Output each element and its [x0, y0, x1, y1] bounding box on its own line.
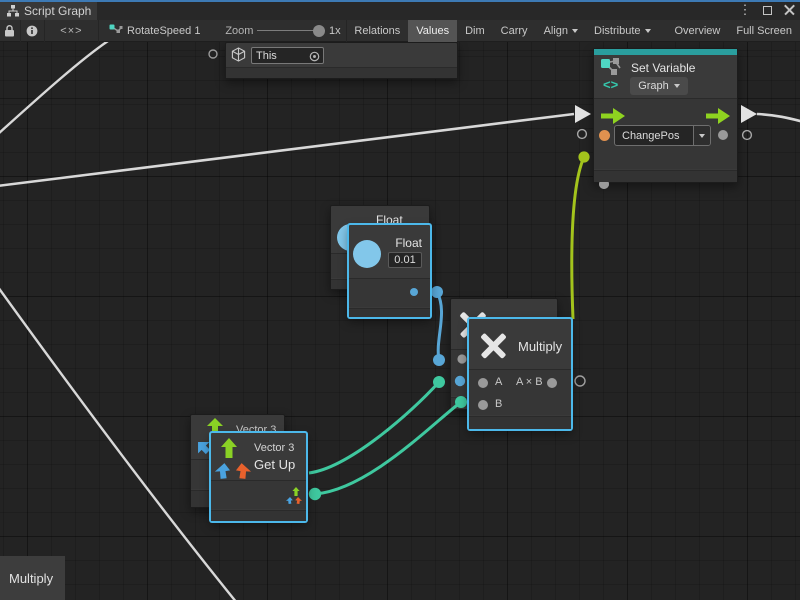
relations-button[interactable]: Relations: [346, 20, 408, 42]
node-footer: [349, 308, 430, 317]
svg-text:<>: <>: [603, 77, 619, 92]
node-body: A A × B B: [469, 369, 571, 415]
inspect-button[interactable]: [21, 20, 44, 42]
wire-end-teal-dot2[interactable]: [455, 396, 467, 408]
variable-kind-bar: [594, 49, 737, 55]
chevron-down-icon: [645, 29, 651, 33]
active-window-indicator: [0, 0, 800, 2]
values-button[interactable]: Values: [408, 20, 457, 42]
node-vector3-getup-duplicate[interactable]: Vector 3 Get Up: [210, 432, 307, 522]
close-icon: [784, 5, 795, 16]
value-output-port[interactable]: [718, 130, 728, 140]
zoom-value: 1x: [329, 25, 341, 37]
node-title: Multiply: [518, 339, 562, 354]
vector3-output-port[interactable]: [285, 487, 303, 505]
dim-button[interactable]: Dim: [457, 20, 493, 42]
zoom-label: Zoom: [225, 25, 253, 37]
float-literal-icon: [353, 240, 381, 268]
variable-select-dropdown[interactable]: ChangePos: [614, 125, 711, 146]
node-title: Vector 3: [254, 442, 294, 454]
variable-name-port[interactable]: [599, 130, 610, 141]
lock-icon: [4, 25, 15, 37]
node-set-variable[interactable]: <> Set Variable Graph ChangePos: [593, 48, 738, 183]
align-label: Align: [544, 25, 568, 37]
input-a-port[interactable]: [478, 378, 488, 388]
node-footer: [594, 170, 737, 182]
node-float-duplicate[interactable]: Float 0.01: [348, 224, 431, 318]
edit-source-button[interactable]: <×>: [45, 20, 99, 42]
graph-hierarchy-icon: [7, 5, 19, 17]
node-footer: [211, 510, 306, 521]
output-port[interactable]: [547, 378, 557, 388]
script-graph-icon: [109, 24, 123, 37]
window-menu-button[interactable]: ⋮: [738, 3, 752, 17]
fullscreen-button[interactable]: Full Screen: [728, 20, 800, 42]
code-icon: <×>: [60, 25, 82, 37]
port-multiply-back-b[interactable]: [455, 376, 465, 386]
wire-end-blue-dot[interactable]: [433, 354, 445, 366]
input-a-label: A: [495, 376, 502, 388]
window-close-button[interactable]: [782, 3, 796, 17]
flow-out-port[interactable]: [706, 108, 730, 124]
wire-start-blue-dot[interactable]: [431, 286, 443, 298]
graph-toolbar: <×> RotateSpeed 1 Zoom 1x Relations Valu…: [0, 20, 800, 42]
graph-name: RotateSpeed 1: [127, 25, 200, 37]
flow-in-port[interactable]: [601, 108, 625, 124]
float-value-input[interactable]: 0.01: [388, 252, 422, 268]
node-footer: [226, 67, 457, 78]
multiply-icon: [478, 329, 509, 360]
object-picker-icon[interactable]: [309, 51, 320, 62]
wire-start-teal-dot[interactable]: [309, 488, 321, 500]
node-this[interactable]: This: [225, 42, 458, 79]
align-dropdown[interactable]: Align: [536, 20, 586, 42]
vector3-getup-icon: [215, 438, 253, 480]
carry-button[interactable]: Carry: [493, 20, 536, 42]
node-subtitle: Get Up: [254, 457, 295, 472]
node-title: Set Variable: [631, 61, 695, 75]
maximize-icon: [763, 6, 772, 15]
distribute-label: Distribute: [594, 25, 640, 37]
scope-label: Graph: [638, 80, 669, 92]
chevron-down-icon: [572, 29, 578, 33]
wire-end-teal-dot[interactable]: [433, 376, 445, 388]
this-value: This: [256, 50, 277, 62]
lock-button[interactable]: [0, 20, 20, 42]
this-object-field[interactable]: This: [251, 47, 324, 64]
node-title: Float: [395, 236, 422, 250]
node-footer: [469, 416, 571, 429]
unity-script-graph-window: Script Graph ⋮ <×>: [0, 0, 800, 600]
tab-script-graph[interactable]: Script Graph: [0, 2, 97, 20]
wire-end-olive-dot[interactable]: [578, 151, 589, 162]
variable-name: ChangePos: [615, 126, 693, 145]
breadcrumb-graph[interactable]: RotateSpeed 1: [99, 20, 208, 42]
chevron-down-icon: [699, 134, 705, 138]
info-icon: [26, 25, 38, 37]
node-body: [349, 278, 430, 307]
zoom-slider[interactable]: [257, 20, 325, 42]
input-b-label: B: [495, 398, 502, 410]
input-b-port[interactable]: [478, 400, 488, 410]
float-value: 0.01: [394, 254, 415, 266]
node-body: ChangePos: [594, 98, 737, 169]
title-bar: Script Graph ⋮: [0, 0, 800, 20]
set-variable-icon: <>: [600, 58, 626, 92]
port-multiply-back-a[interactable]: [457, 354, 466, 363]
minimap-node-label: Multiply: [0, 556, 65, 600]
cube-icon: [231, 47, 246, 62]
float-output-port[interactable]: [410, 288, 418, 296]
overview-button[interactable]: Overview: [667, 20, 729, 42]
chevron-down-icon: [674, 84, 680, 88]
zoom-slider-handle[interactable]: [313, 25, 325, 37]
variable-scope-dropdown[interactable]: Graph: [630, 77, 688, 95]
window-maximize-button[interactable]: [760, 3, 774, 17]
output-label: A × B: [516, 376, 543, 388]
corner-label-text: Multiply: [9, 571, 53, 586]
tab-label: Script Graph: [24, 4, 91, 18]
node-multiply-duplicate[interactable]: Multiply A A × B B: [468, 318, 572, 430]
distribute-dropdown[interactable]: Distribute: [586, 20, 658, 42]
node-body: [211, 480, 306, 509]
